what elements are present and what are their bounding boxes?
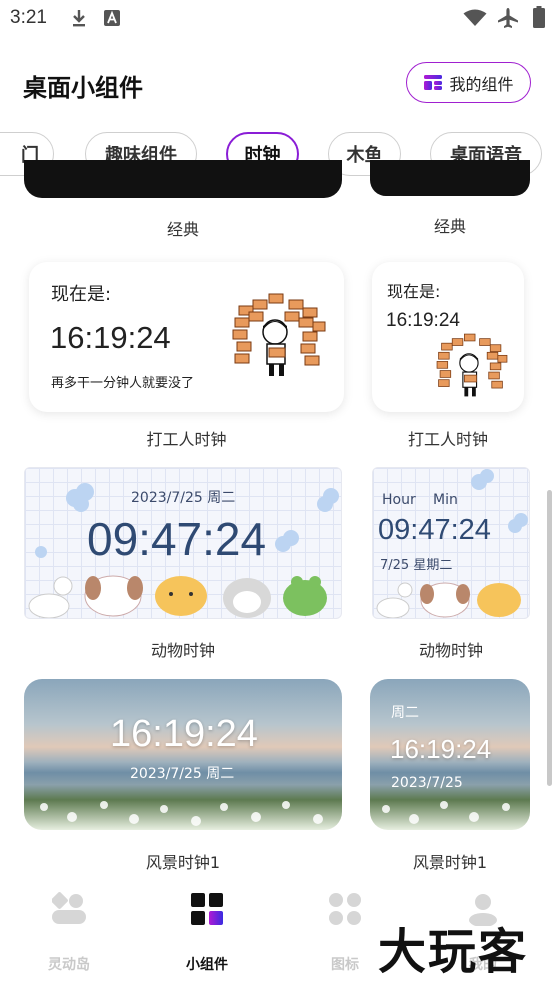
widget-caption: 打工人时钟 [146, 430, 227, 449]
scenery-clock-widget-large[interactable]: 16:19:24 2023/7/25 周二 [24, 679, 342, 830]
animal-clock-widget-large[interactable]: 2023/7/25 周二 09:47:24 [24, 467, 342, 619]
my-widgets-label: 我的组件 [449, 74, 514, 94]
page-title: 桌面小组件 [23, 74, 143, 102]
animal-characters-icon [28, 575, 327, 618]
scenery-date: 2023/7/25 周二 [130, 766, 235, 782]
scenery-weekday: 周二 [391, 705, 419, 721]
classic-clock-widget-large[interactable] [24, 160, 342, 198]
flower-field-icon [382, 801, 510, 824]
nav-dynamic-island[interactable]: 灵动岛 [24, 892, 114, 973]
classic-clock-widget-small[interactable] [370, 160, 530, 196]
widget-caption: 动物时钟 [418, 641, 483, 660]
flower-field-icon [40, 801, 323, 826]
my-widgets-icon [424, 74, 443, 90]
hour-label: Hour [382, 492, 416, 508]
widget-caption: 打工人时钟 [407, 430, 488, 449]
widget-caption: 经典 [433, 217, 466, 236]
scenery-clock-widget-small[interactable]: 周二 16:19:24 2023/7/25 [370, 679, 530, 830]
min-label: Min [433, 492, 458, 508]
animal-date: 2023/7/25 周二 [131, 490, 236, 506]
nav-icons[interactable]: 图标 [300, 892, 390, 973]
widget-caption: 风景时钟1 [412, 853, 488, 872]
worker-clock-widget-large[interactable]: 现在是: 16:19:24 再多干一分钟人就要没了 [29, 262, 344, 412]
app-screen: 3:21 桌面小组件 我的组件 门 趣味组件 时钟 木鱼 桌面语音 经典 经典 … [0, 0, 553, 983]
scrollbar[interactable] [547, 490, 552, 786]
worker-illustration-icon [232, 293, 326, 376]
download-icon [73, 10, 85, 27]
worker-slogan: 再多干一分钟人就要没了 [51, 376, 195, 391]
animal-date: 7/25 星期二 [380, 558, 453, 573]
scenery-time: 16:19:24 [390, 734, 492, 764]
nav-label: 图标 [331, 957, 359, 973]
app-notification-icon [104, 10, 120, 26]
widgets-icon [191, 893, 223, 925]
nav-widgets[interactable]: 小组件 [162, 892, 252, 973]
widget-caption: 经典 [166, 220, 199, 239]
my-widgets-button[interactable]: 我的组件 [406, 62, 531, 103]
widget-caption: 风景时钟1 [145, 853, 221, 872]
worker-prefix: 现在是: [387, 282, 441, 301]
icons-grid-icon [329, 893, 361, 925]
worker-prefix: 现在是: [51, 284, 112, 305]
battery-icon [533, 6, 545, 28]
scenery-date: 2023/7/25 [391, 775, 463, 791]
widget-caption: 动物时钟 [150, 641, 215, 660]
worker-time: 16:19:24 [50, 320, 171, 355]
worker-illustration-icon [436, 333, 508, 397]
animal-time: 09:47:24 [378, 514, 491, 546]
watermark: 大玩客 [378, 924, 529, 980]
animal-time: 09:47:24 [87, 513, 267, 565]
status-bar: 3:21 [0, 0, 553, 36]
wifi-icon [463, 9, 487, 26]
nav-label: 小组件 [186, 957, 228, 973]
scenery-time: 16:19:24 [110, 713, 258, 755]
worker-clock-widget-small[interactable]: 现在是: 16:19:24 [372, 262, 524, 412]
island-icon [51, 892, 86, 924]
animal-clock-widget-small[interactable]: Hour Min 09:47:24 7/25 星期二 [372, 467, 530, 619]
nav-label: 灵动岛 [48, 957, 90, 973]
status-time: 3:21 [10, 7, 47, 28]
animal-characters-icon [376, 582, 521, 618]
airplane-mode-icon [498, 8, 518, 28]
